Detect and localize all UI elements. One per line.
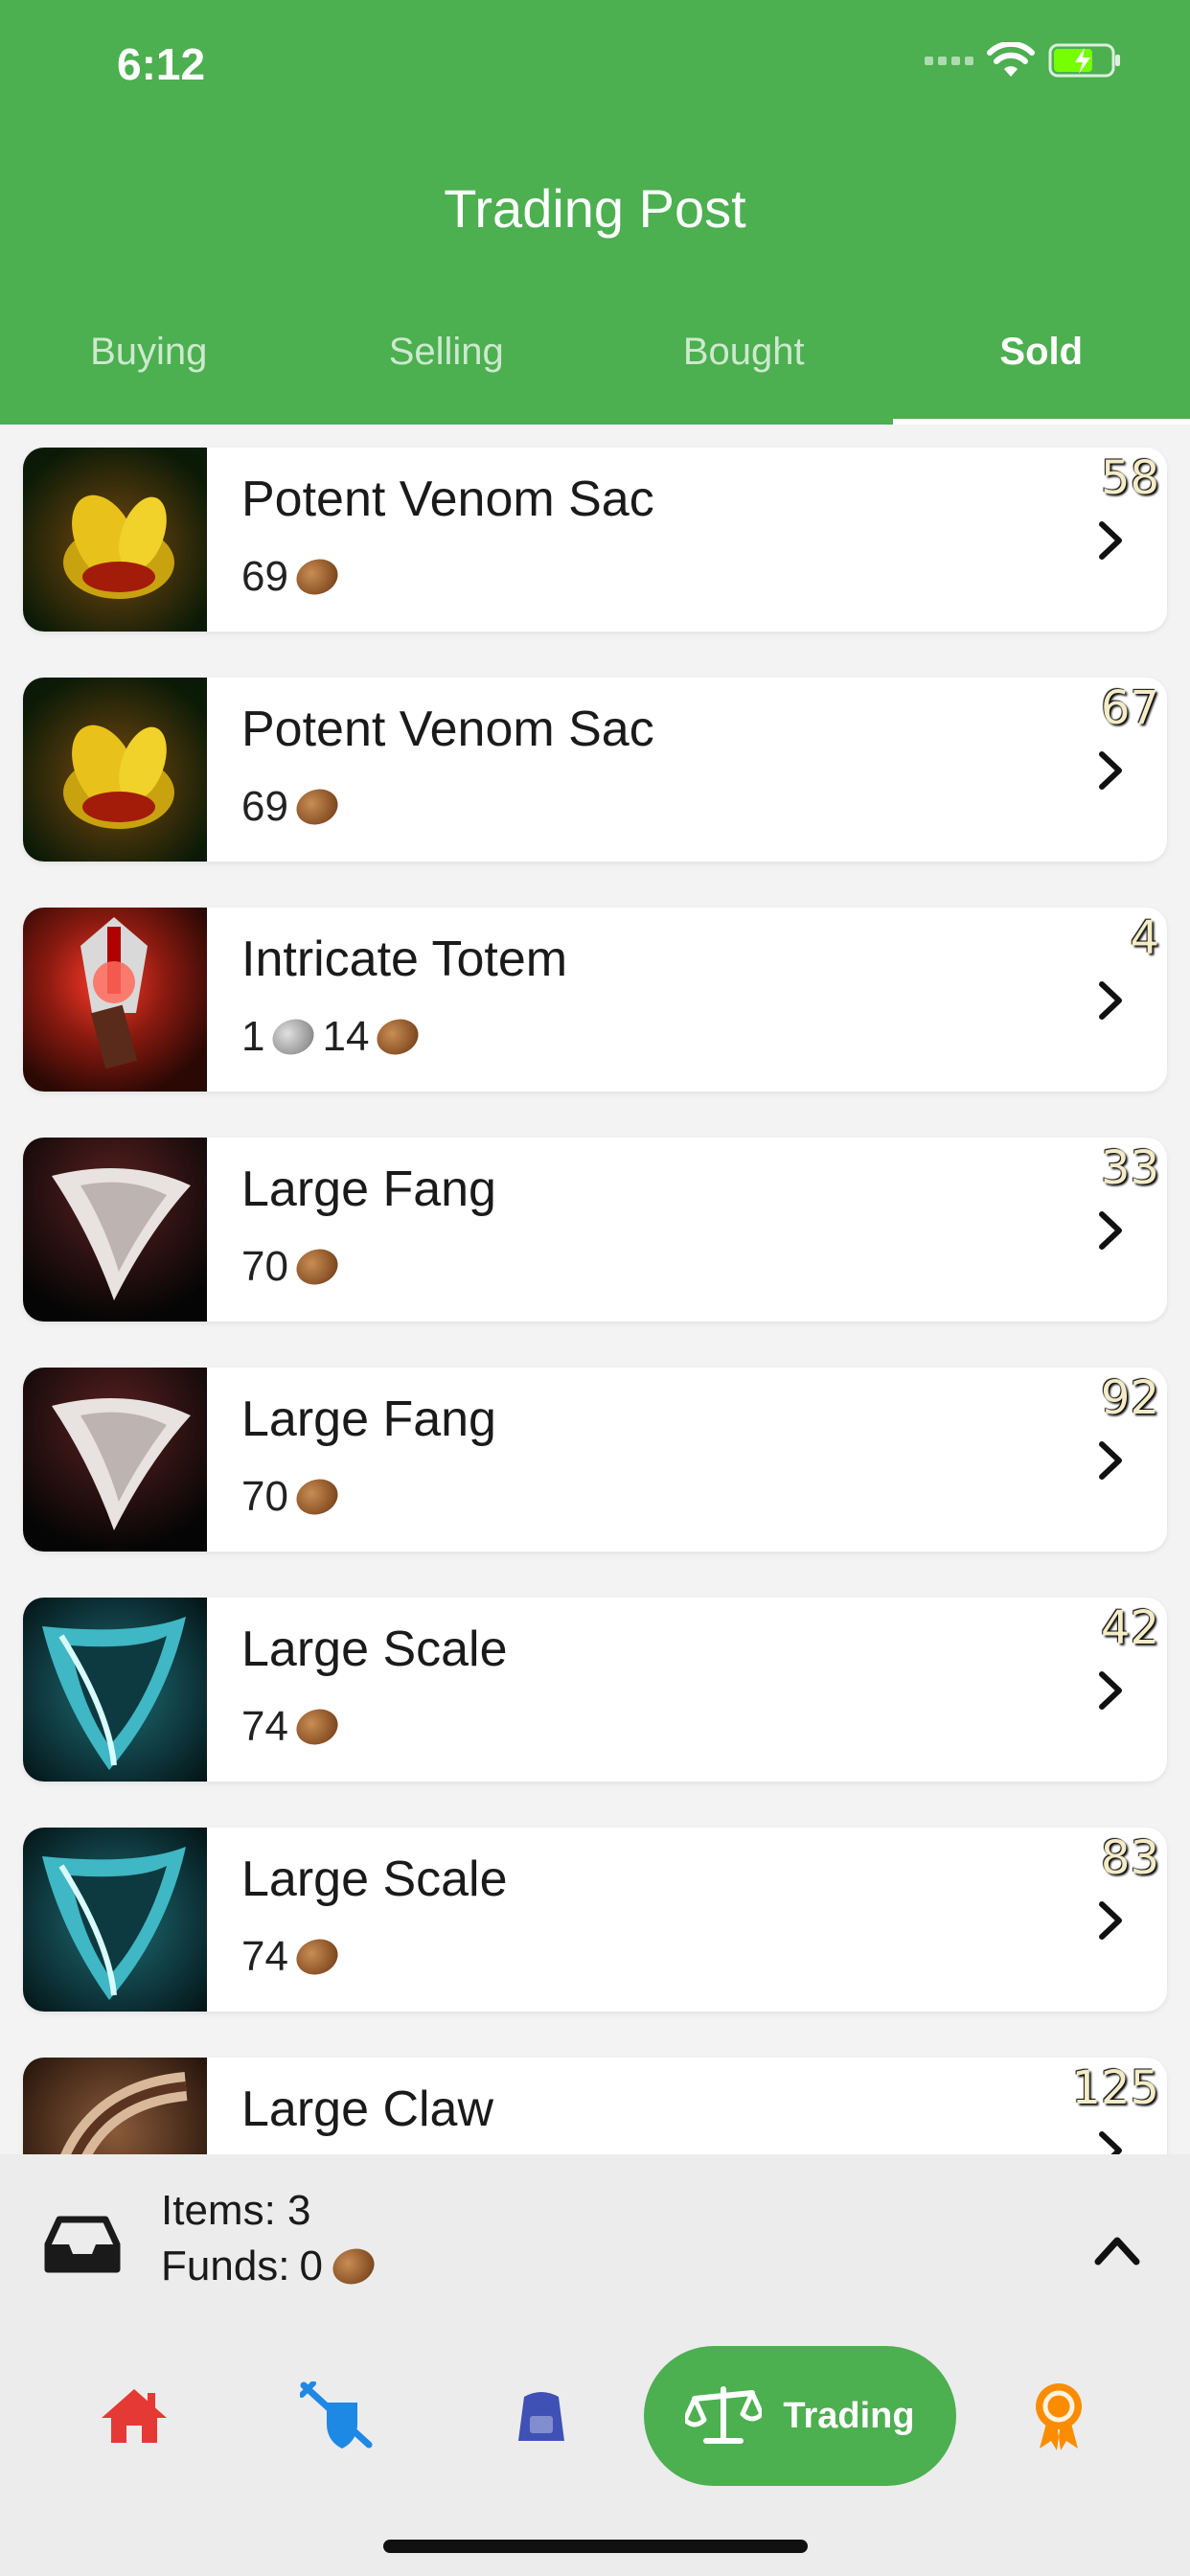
copper-coin-icon [291, 1243, 343, 1291]
silver-coin-icon [267, 1013, 320, 1061]
scale-icon [23, 1828, 207, 2012]
item-name: Large Fang [241, 1392, 496, 1447]
cell-signal-icon [925, 56, 973, 65]
chevron-right-icon [1099, 1441, 1122, 1480]
nav-trading[interactable]: Trading [644, 2346, 956, 2486]
bottom-nav: Trading [0, 2346, 1190, 2490]
chevron-up-icon[interactable] [1090, 2231, 1144, 2269]
list-item[interactable]: 125 Large Claw [23, 2058, 1167, 2154]
chevron-right-icon [1099, 1211, 1122, 1250]
chevron-right-icon [1099, 981, 1122, 1020]
venom-sac-icon [23, 448, 207, 632]
price-copper-amount: 70 [241, 1473, 288, 1520]
venom-sac-icon [23, 678, 207, 862]
copper-coin-icon [291, 1473, 343, 1521]
status-time: 6:12 [117, 39, 206, 89]
item-quantity: 67 [1100, 681, 1159, 735]
sold-items-list[interactable]: 58 Potent Venom Sac 69 67 Potent Venom S… [0, 425, 1190, 2154]
chevron-right-icon [1099, 751, 1122, 790]
list-item[interactable]: 42 Large Scale 74 [23, 1598, 1167, 1782]
item-quantity: 83 [1100, 1831, 1159, 1885]
scale-icon [23, 1598, 207, 1782]
price-copper-amount: 74 [241, 1703, 288, 1750]
backpack-icon [518, 2392, 564, 2441]
tab-bought[interactable]: Bought [595, 316, 893, 425]
item-price: 1 14 [241, 1013, 424, 1061]
item-price: 74 [241, 1933, 343, 1981]
battery-charging-icon [1048, 43, 1120, 78]
tab-selling[interactable]: Selling [298, 316, 596, 425]
list-item[interactable]: 83 Large Scale 74 [23, 1828, 1167, 2012]
item-quantity: 33 [1100, 1141, 1159, 1195]
item-quantity: 42 [1100, 1601, 1159, 1655]
item-price: 74 [241, 1703, 343, 1751]
item-quantity: 4 [1130, 911, 1159, 965]
award-ribbon-icon [1036, 2383, 1082, 2450]
fang-icon [23, 1138, 207, 1322]
item-price: 70 [241, 1243, 343, 1291]
price-copper-amount: 69 [241, 553, 288, 600]
home-indicator [383, 2540, 808, 2553]
item-quantity: 58 [1100, 451, 1159, 505]
chevron-right-icon [1099, 521, 1122, 560]
item-price: 69 [241, 553, 343, 601]
copper-coin-icon [291, 1703, 343, 1751]
fang-icon [23, 1368, 207, 1552]
tab-buying[interactable]: Buying [0, 316, 298, 425]
item-quantity: 125 [1071, 2061, 1159, 2115]
chevron-right-icon [1099, 1901, 1122, 1940]
copper-coin-icon [291, 553, 343, 601]
nav-pvp[interactable] [289, 2346, 385, 2486]
nav-achievements[interactable] [1011, 2346, 1107, 2486]
chevron-right-icon [1099, 1671, 1122, 1710]
list-item[interactable]: 67 Potent Venom Sac 69 [23, 678, 1167, 862]
item-price: 70 [241, 1473, 343, 1521]
price-copper-amount: 69 [241, 783, 288, 830]
crossed-swords-shield-icon [300, 2381, 373, 2449]
funds-label: Funds: [161, 2242, 290, 2289]
item-name: Large Scale [241, 1622, 508, 1677]
copper-coin-icon [372, 1013, 424, 1061]
item-name: Large Fang [241, 1162, 496, 1217]
nav-trading-label: Trading [783, 2395, 915, 2436]
tab-sold[interactable]: Sold [892, 316, 1190, 425]
list-item[interactable]: 92 Large Fang 70 [23, 1368, 1167, 1552]
item-name: Potent Venom Sac [241, 472, 654, 527]
items-count: Items: 3 [161, 2187, 311, 2234]
price-copper-amount: 74 [241, 1933, 288, 1980]
list-item[interactable]: 4 Intricate Totem 1 14 [23, 908, 1167, 1092]
funds-amount: 0 [299, 2242, 323, 2289]
wifi-icon [987, 42, 1035, 77]
list-item[interactable]: 33 Large Fang 70 [23, 1138, 1167, 1322]
price-copper-amount: 14 [322, 1013, 370, 1060]
status-icons [925, 42, 1123, 79]
app-header: 6:12 Trading Post Buying Selling Bought … [0, 0, 1190, 425]
item-name: Potent Venom Sac [241, 702, 654, 757]
nav-bag[interactable] [493, 2346, 589, 2486]
copper-coin-icon [291, 783, 343, 831]
totem-icon [23, 908, 207, 1092]
claw-icon [23, 2058, 207, 2154]
inbox-tray-icon [44, 2216, 121, 2273]
tab-bar: Buying Selling Bought Sold [0, 316, 1190, 425]
price-copper-amount: 70 [241, 1243, 288, 1290]
nav-home[interactable] [86, 2346, 182, 2486]
item-quantity: 92 [1100, 1371, 1159, 1425]
copper-coin-icon [328, 2242, 379, 2290]
price-silver-amount: 1 [241, 1013, 265, 1060]
item-name: Intricate Totem [241, 932, 568, 987]
funds: Funds: 0 [161, 2242, 379, 2290]
page-title: Trading Post [444, 178, 746, 239]
list-item[interactable]: 58 Potent Venom Sac 69 [23, 448, 1167, 632]
scales-icon [685, 2386, 763, 2444]
chevron-right-icon [1099, 2131, 1122, 2154]
item-price: 69 [241, 783, 343, 831]
item-name: Large Claw [241, 2082, 494, 2137]
item-name: Large Scale [241, 1852, 508, 1907]
home-icon [102, 2389, 167, 2443]
copper-coin-icon [291, 1933, 343, 1981]
